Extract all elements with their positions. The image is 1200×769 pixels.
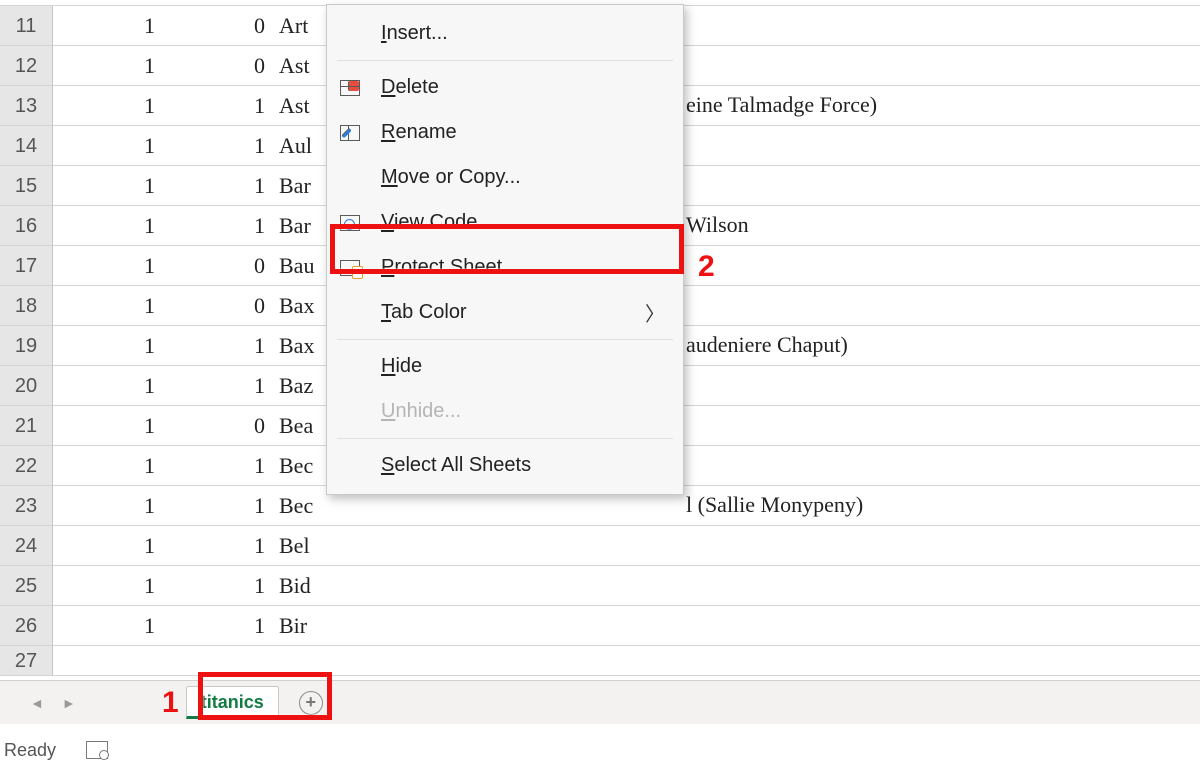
row-header[interactable]: 23 — [0, 486, 53, 526]
menu-delete[interactable]: Delete — [327, 65, 683, 110]
cell-col-b[interactable]: 1 — [53, 446, 163, 486]
cell-col-b[interactable]: 1 — [53, 526, 163, 566]
cell-col-c[interactable]: 0 — [163, 246, 273, 286]
status-ready-label: Ready — [4, 740, 56, 761]
cell-col-c[interactable]: 0 — [163, 286, 273, 326]
row-header[interactable]: 12 — [0, 46, 53, 86]
row-header[interactable]: 19 — [0, 326, 53, 366]
cell-col-d[interactable]: Bid — [273, 566, 1200, 606]
row-header[interactable]: 24 — [0, 526, 53, 566]
row-header[interactable]: 22 — [0, 446, 53, 486]
row-header[interactable]: 17 — [0, 246, 53, 286]
cell-col-c[interactable]: 1 — [163, 206, 273, 246]
row-header[interactable]: 21 — [0, 406, 53, 446]
row-header[interactable]: 16 — [0, 206, 53, 246]
cell-col-b[interactable]: 1 — [53, 206, 163, 246]
menu-unhide: Unhide... — [327, 389, 683, 434]
menu-select-all-sheets[interactable]: Select All Sheets — [327, 443, 683, 488]
menu-separator — [337, 339, 673, 340]
annotation-label-2: 2 — [698, 250, 715, 284]
menu-move-or-copy[interactable]: Move or Copy... — [327, 155, 683, 200]
menu-separator — [337, 60, 673, 61]
cell-col-c[interactable]: 0 — [163, 6, 273, 46]
rename-icon — [333, 125, 367, 141]
cell-overflow-row13: eine Talmadge Force) — [686, 92, 877, 118]
row-header[interactable]: 25 — [0, 566, 53, 606]
delete-icon — [333, 80, 367, 96]
cell-col-c[interactable]: 1 — [163, 86, 273, 126]
row-header[interactable]: 15 — [0, 166, 53, 206]
cell-col-c[interactable]: 1 — [163, 326, 273, 366]
cell-col-c[interactable]: 0 — [163, 46, 273, 86]
row-header[interactable]: 26 — [0, 606, 53, 646]
menu-rename[interactable]: Rename — [327, 110, 683, 155]
cell-col-b[interactable]: 1 — [53, 366, 163, 406]
menu-hide[interactable]: Hide — [327, 344, 683, 389]
macro-record-icon[interactable] — [86, 741, 108, 759]
cell-col-c[interactable]: 1 — [163, 486, 273, 526]
cell-col-c[interactable]: 1 — [163, 606, 273, 646]
row-header[interactable]: 20 — [0, 366, 53, 406]
row-header[interactable]: 18 — [0, 286, 53, 326]
cell-col-b[interactable]: 1 — [53, 246, 163, 286]
cell-col-b[interactable]: 1 — [53, 326, 163, 366]
cell-col-c[interactable]: 1 — [163, 446, 273, 486]
cell-col-d[interactable]: Bir — [273, 606, 1200, 646]
cell-col-b[interactable]: 1 — [53, 46, 163, 86]
sheet-tab-bar: ◄ ► titanics + — [0, 680, 1200, 724]
cell-col-b[interactable]: 1 — [53, 606, 163, 646]
menu-separator — [337, 438, 673, 439]
menu-insert[interactable]: IInsert...nsert... — [327, 11, 683, 56]
cell-col-d[interactable]: Bel — [273, 526, 1200, 566]
cell-col-c[interactable]: 0 — [163, 406, 273, 446]
cell-col-b[interactable]: 1 — [53, 6, 163, 46]
annotation-highlight-1 — [198, 672, 332, 720]
status-bar: Ready — [4, 732, 108, 768]
cell-col-b[interactable]: 1 — [53, 566, 163, 606]
cell-col-c[interactable]: 1 — [163, 526, 273, 566]
tab-nav-prev-icon[interactable]: ◄ — [30, 695, 44, 711]
cell-col-b[interactable]: 1 — [53, 406, 163, 446]
cell-col-b[interactable]: 1 — [53, 126, 163, 166]
cell-overflow-row23: l (Sallie Monypeny) — [686, 492, 863, 518]
cell-col-b[interactable]: 1 — [53, 166, 163, 206]
row-header[interactable]: 14 — [0, 126, 53, 166]
cell-col-b[interactable]: 1 — [53, 286, 163, 326]
cell-col-b[interactable]: 1 — [53, 86, 163, 126]
chevron-right-icon: 〉 — [645, 298, 665, 327]
menu-tab-color[interactable]: Tab Color 〉 — [327, 290, 683, 335]
cell-col-c[interactable]: 1 — [163, 566, 273, 606]
tab-nav-next-icon[interactable]: ► — [62, 695, 76, 711]
annotation-label-1: 1 — [162, 686, 179, 720]
cell-overflow-row19: audeniere Chaput) — [686, 332, 848, 358]
cell-overflow-row16: Wilson — [686, 212, 749, 238]
cell-col-b[interactable]: 1 — [53, 486, 163, 526]
row-header[interactable]: 11 — [0, 6, 53, 46]
row-header[interactable]: 13 — [0, 86, 53, 126]
annotation-highlight-2 — [330, 224, 684, 274]
cell-col-c[interactable]: 1 — [163, 366, 273, 406]
cell-col-c[interactable]: 1 — [163, 126, 273, 166]
row-header[interactable]: 27 — [0, 646, 53, 676]
cell-col-c[interactable]: 1 — [163, 166, 273, 206]
